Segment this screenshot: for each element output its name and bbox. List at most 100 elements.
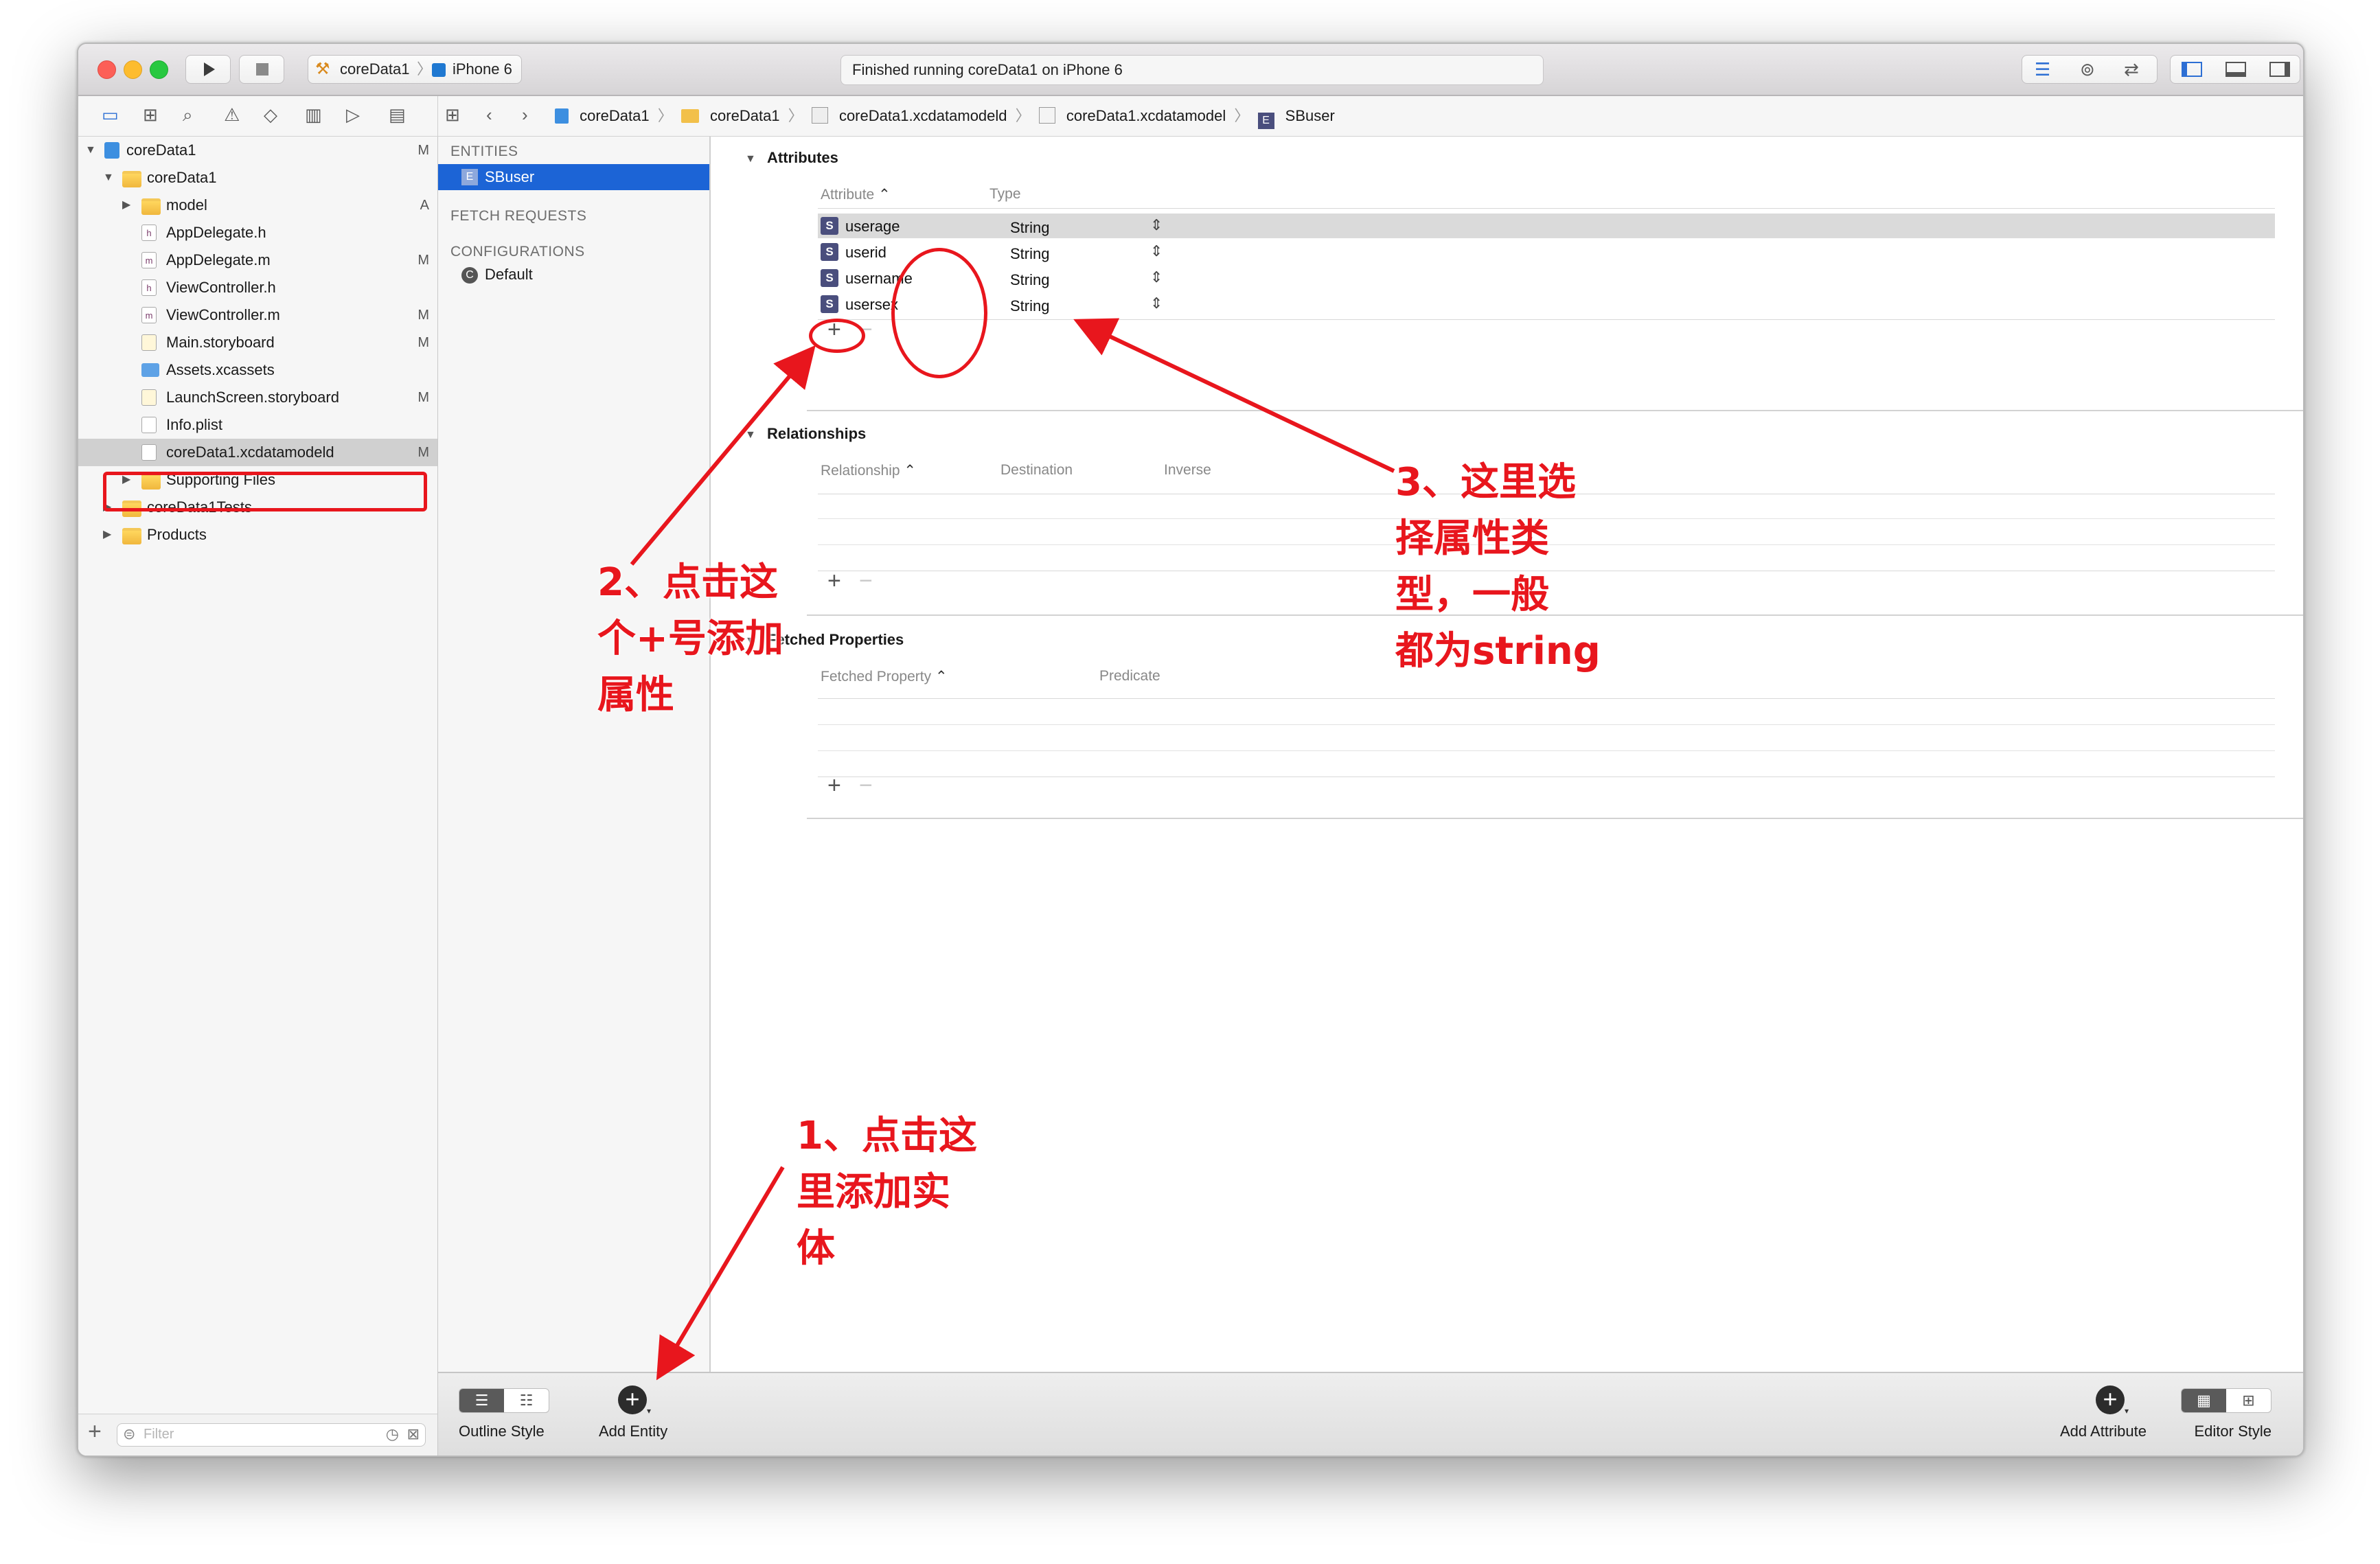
add-attribute-label: Add Attribute <box>2060 1423 2147 1440</box>
stepper-icon[interactable]: ⇕ <box>1150 295 1163 312</box>
disclosure-closed-icon[interactable]: ▶ <box>122 192 130 219</box>
scheme-selector[interactable]: ⚒ coreData1 〉 iPhone 6 <box>308 55 522 84</box>
outline-list-icon[interactable]: ☰ <box>459 1389 504 1412</box>
zoom-button[interactable] <box>150 60 168 79</box>
scm-filter-icon[interactable]: ⊠ <box>407 1425 420 1443</box>
stepper-icon[interactable]: ⇕ <box>1150 216 1163 234</box>
fetched-property-column-header[interactable]: Fetched Property ⌃ <box>821 668 948 685</box>
outline-style-label: Outline Style <box>459 1423 545 1440</box>
breadcrumb-item[interactable]: coreData1.xcdatamodeld <box>839 107 1007 124</box>
stop-button[interactable] <box>239 55 284 84</box>
tree-item-file[interactable]: Assets.xcassets <box>78 356 437 384</box>
annotation-line: 型，一般 <box>1395 573 1549 617</box>
configuration-label: Default <box>485 266 533 283</box>
annotation-line: 2、点击这 <box>597 560 778 605</box>
entity-row-selected[interactable]: E SBuser <box>438 164 709 190</box>
tree-item-label: model <box>166 196 207 214</box>
annotation-line: 3、这里选 <box>1395 460 1576 505</box>
warning-icon[interactable]: ⚠ <box>224 104 240 125</box>
add-fetched-property-button[interactable]: + <box>827 772 841 799</box>
annotation-step2: 2、点击这 个+号添加 属性 <box>597 555 783 724</box>
fetched-property-column-label: Fetched Property <box>821 669 932 685</box>
attribute-row-selected[interactable]: S userage String ⇕ <box>818 214 2275 238</box>
remove-relationship-button[interactable]: − <box>859 568 873 595</box>
table-style-icon[interactable]: ▦ <box>2182 1389 2226 1412</box>
relationship-column-header[interactable]: Relationship ⌃ <box>821 462 916 479</box>
disclosure-open-icon[interactable]: ▼ <box>103 164 114 192</box>
editor-style-control[interactable]: ▦ ⊞ <box>2181 1388 2272 1413</box>
tree-item-file[interactable]: m ViewController.m M <box>78 301 437 329</box>
recent-icon[interactable]: ◷ <box>386 1425 399 1443</box>
attribute-row[interactable]: S username String ⇕ <box>818 266 2275 290</box>
destination-column-header[interactable]: Destination <box>1000 462 1073 479</box>
tree-item-file-selected[interactable]: coreData1.xcdatamodeld M <box>78 439 437 466</box>
run-button[interactable] <box>185 55 231 84</box>
tree-item-group[interactable]: ▶ Products <box>78 521 437 549</box>
attribute-type[interactable]: String <box>1010 271 1049 289</box>
version-editor-icon[interactable]: ⇄ <box>2124 59 2139 80</box>
search-icon[interactable]: ⌕ <box>183 104 193 125</box>
chevron-right-icon: 〉 <box>1015 107 1031 124</box>
tree-item-file[interactable]: m AppDelegate.m M <box>78 246 437 274</box>
annotation-step3: 3、这里选 择属性类 型，一般 都为string <box>1395 455 1601 680</box>
breadcrumb-item[interactable]: coreData1 <box>710 107 780 124</box>
outline-style-control[interactable]: ☰ ☷ <box>459 1388 549 1413</box>
stepper-icon[interactable]: ⇕ <box>1150 242 1163 260</box>
standard-editor-icon[interactable]: ☰ <box>2035 59 2050 80</box>
debug-toggle-icon[interactable] <box>2225 62 2246 77</box>
entities-header: ENTITIES <box>450 143 518 159</box>
inverse-column-header[interactable]: Inverse <box>1164 462 1211 479</box>
add-icon[interactable]: + <box>88 1418 102 1445</box>
tree-item-file[interactable]: LaunchScreen.storyboard M <box>78 384 437 411</box>
predicate-column-header[interactable]: Predicate <box>1099 668 1160 685</box>
configuration-row[interactable]: C Default <box>438 262 709 288</box>
attribute-row[interactable]: S userid String ⇕ <box>818 240 2275 264</box>
forward-icon[interactable]: › <box>522 104 528 125</box>
symbol-icon[interactable]: ⊞ <box>143 104 158 125</box>
add-attribute-button[interactable]: + ▾ Add Attribute <box>2060 1385 2162 1447</box>
minimize-button[interactable] <box>124 60 142 79</box>
breadcrumb-item[interactable]: coreData1.xcdatamodel <box>1066 107 1226 124</box>
tree-item-file[interactable]: Main.storyboard M <box>78 329 437 356</box>
tree-item-file[interactable]: h AppDelegate.h <box>78 219 437 246</box>
string-type-icon: S <box>821 269 838 287</box>
breakpoint-icon[interactable]: ▷ <box>346 104 360 125</box>
utilities-toggle-icon[interactable] <box>2269 62 2290 77</box>
filter-field[interactable]: ⊜ Filter ◷ ⊠ <box>117 1423 426 1447</box>
assistant-editor-icon[interactable]: ⊚ <box>2080 59 2095 80</box>
report-icon[interactable]: ▤ <box>389 104 406 125</box>
close-button[interactable] <box>98 60 116 79</box>
disclosure-open-icon[interactable]: ▼ <box>745 153 756 165</box>
graph-style-icon[interactable]: ⊞ <box>2226 1389 2271 1412</box>
outline-tree-icon[interactable]: ☷ <box>504 1389 549 1412</box>
disclosure-open-icon[interactable]: ▼ <box>85 137 96 164</box>
annotation-line: 都为string <box>1395 629 1601 674</box>
folder-icon[interactable]: ▭ <box>102 104 119 125</box>
type-column-header[interactable]: Type <box>989 186 1021 203</box>
disclosure-open-icon[interactable]: ▼ <box>745 429 756 441</box>
navigator-toggle-icon[interactable] <box>2182 62 2202 77</box>
attribute-type[interactable]: String <box>1010 297 1049 315</box>
stepper-icon[interactable]: ⇕ <box>1150 268 1163 286</box>
remove-fetched-property-button[interactable]: − <box>859 772 873 799</box>
attribute-row[interactable]: S usersex String ⇕ <box>818 292 2275 317</box>
add-entity-button[interactable]: + ▾ Add Entity <box>599 1385 667 1447</box>
breadcrumb-item[interactable]: coreData1 <box>580 107 650 124</box>
disclosure-closed-icon[interactable]: ▶ <box>103 521 111 549</box>
tree-item-label: Assets.xcassets <box>166 361 275 378</box>
tree-item-group[interactable]: ▼ coreData1 <box>78 164 437 192</box>
attribute-type[interactable]: String <box>1010 245 1049 263</box>
tree-item-label: coreData1 <box>147 169 217 186</box>
attribute-type[interactable]: String <box>1010 219 1049 237</box>
tree-item-file[interactable]: h ViewController.h <box>78 274 437 301</box>
back-icon[interactable]: ‹ <box>486 104 492 125</box>
tree-item-project[interactable]: ▼ coreData1 M <box>78 137 437 164</box>
tree-item-file[interactable]: Info.plist <box>78 411 437 439</box>
tree-item-group[interactable]: ▶ model A <box>78 192 437 219</box>
debug-icon[interactable]: ▥ <box>305 104 322 125</box>
test-icon[interactable]: ◇ <box>264 104 277 125</box>
attribute-column-header[interactable]: Attribute ⌃ <box>821 186 891 203</box>
breadcrumb-item[interactable]: SBuser <box>1285 107 1335 124</box>
add-relationship-button[interactable]: + <box>827 568 841 595</box>
related-items-icon[interactable]: ⊞ <box>445 104 460 125</box>
